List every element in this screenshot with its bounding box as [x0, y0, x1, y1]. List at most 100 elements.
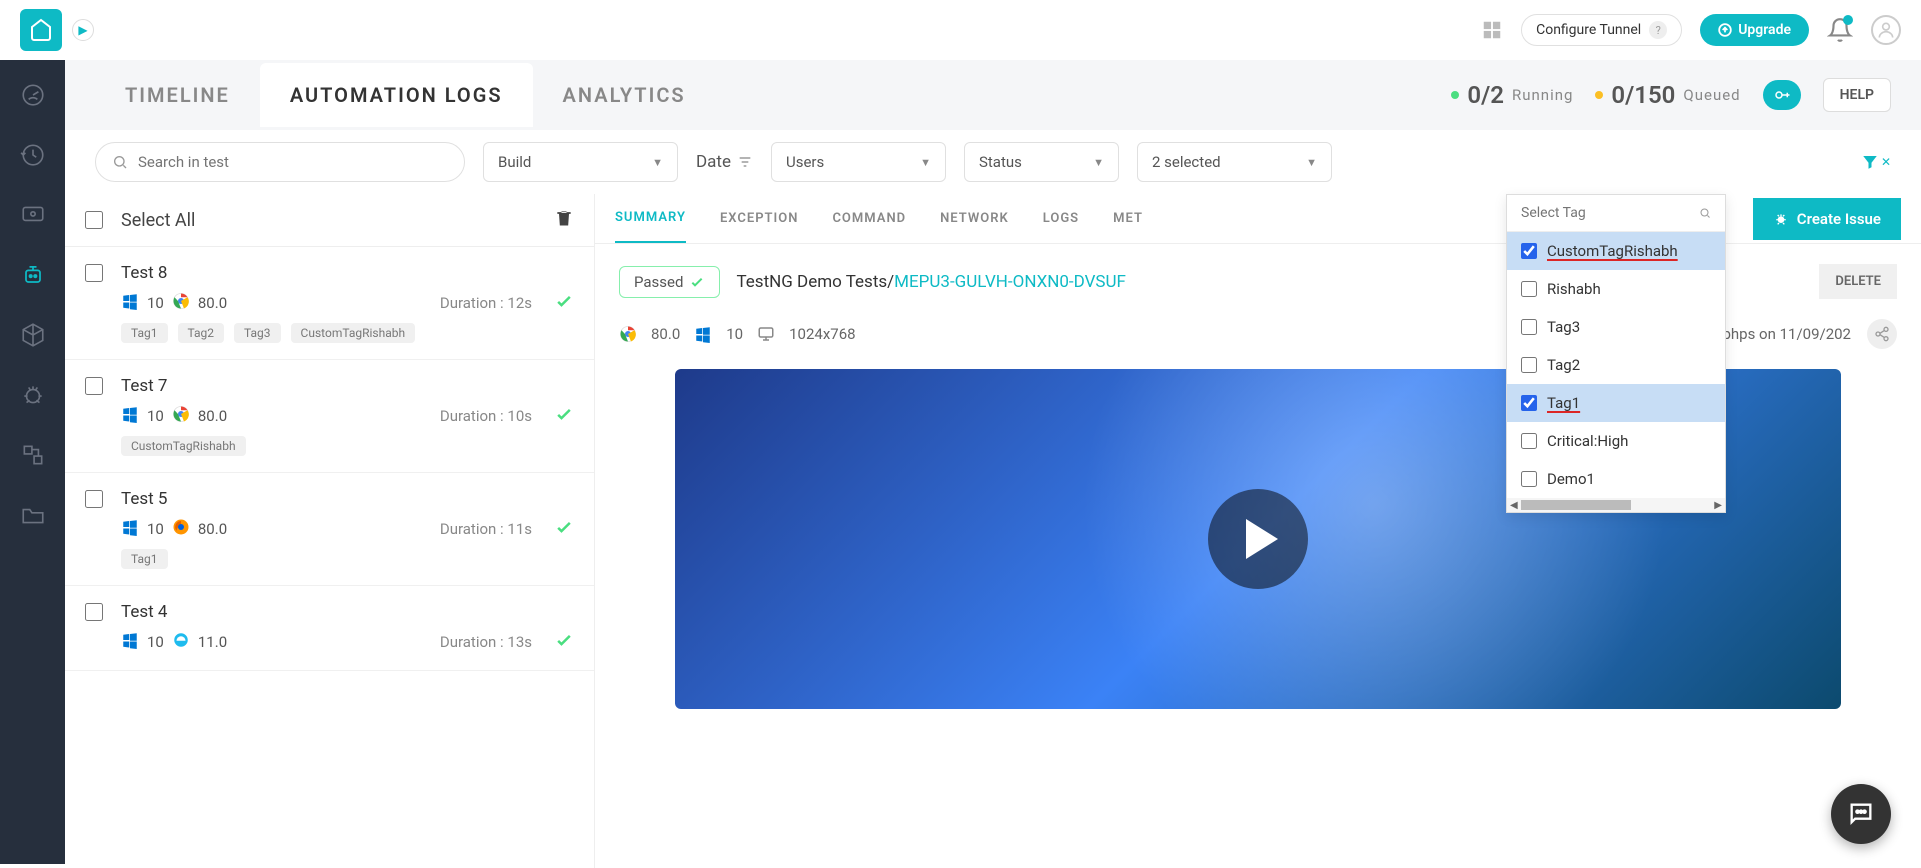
tags-dropdown[interactable]: 2 selected ▼	[1137, 142, 1332, 182]
build-dropdown[interactable]: Build ▼	[483, 142, 678, 182]
tab-row: TIMELINE AUTOMATION LOGS ANALYTICS 0/2 R…	[65, 60, 1921, 130]
tag-checkbox[interactable]	[1521, 357, 1537, 373]
tag-option[interactable]: Critical:High	[1507, 422, 1725, 460]
test-name: Test 7	[121, 376, 167, 396]
play-button[interactable]	[1208, 489, 1308, 589]
chat-fab-button[interactable]	[1831, 784, 1891, 844]
sidebar-integrations-icon[interactable]	[18, 440, 48, 470]
test-id-link[interactable]: MEPU3-GULVH-ONXN0-DVSUF	[894, 272, 1126, 292]
clear-filter-button[interactable]: ✕	[1861, 153, 1891, 171]
sidebar-history-icon[interactable]	[18, 140, 48, 170]
search-input-wrapper[interactable]	[95, 142, 465, 182]
tag-checkbox[interactable]	[1521, 281, 1537, 297]
access-key-icon[interactable]	[1763, 80, 1801, 110]
upgrade-button[interactable]: Upgrade	[1700, 14, 1809, 46]
tag-option[interactable]: Tag2	[1507, 346, 1725, 384]
tag-scrollbar[interactable]: ◀ ▶	[1507, 498, 1725, 512]
passed-check-icon	[554, 630, 574, 654]
delete-icon[interactable]	[554, 208, 574, 232]
tag-option[interactable]: Tag1	[1507, 384, 1725, 422]
build-label: Build	[498, 153, 531, 171]
funnel-icon	[1861, 153, 1879, 171]
tag-checkbox[interactable]	[1521, 319, 1537, 335]
detail-tab-logs[interactable]: LOGS	[1043, 195, 1079, 242]
monitor-icon	[757, 325, 775, 343]
tag-row: CustomTagRishabh	[121, 436, 574, 456]
firefox-icon	[172, 518, 190, 540]
chevron-down-icon: ▼	[1306, 156, 1317, 169]
tab-analytics[interactable]: ANALYTICS	[533, 63, 716, 127]
sidebar-automation-icon[interactable]	[18, 260, 48, 290]
help-badge-icon: ?	[1649, 21, 1667, 39]
expand-chevron-icon[interactable]: ▶	[72, 19, 94, 41]
search-icon	[112, 154, 128, 170]
detail-tab-network[interactable]: NETWORK	[940, 195, 1009, 242]
tag-search-row	[1507, 195, 1725, 232]
tag-checkbox[interactable]	[1521, 433, 1537, 449]
queued-count: 0/150	[1611, 81, 1675, 109]
help-button[interactable]: HELP	[1823, 78, 1891, 112]
test-checkbox[interactable]	[85, 264, 103, 282]
date-filter[interactable]: Date	[696, 152, 753, 172]
sidebar-folder-icon[interactable]	[18, 500, 48, 530]
test-name: Test 8	[121, 263, 167, 283]
tag-checkbox[interactable]	[1521, 471, 1537, 487]
passed-label: Passed	[634, 273, 683, 291]
status-dropdown[interactable]: Status ▼	[964, 142, 1119, 182]
test-checkbox[interactable]	[85, 490, 103, 508]
tag-search-input[interactable]	[1521, 205, 1699, 221]
tag-chip: Tag1	[121, 549, 168, 569]
users-dropdown[interactable]: Users ▼	[771, 142, 946, 182]
test-checkbox[interactable]	[85, 377, 103, 395]
tag-checkbox[interactable]	[1521, 395, 1537, 411]
scroll-right-icon[interactable]: ▶	[1714, 500, 1722, 511]
scroll-thumb[interactable]	[1521, 500, 1631, 510]
notifications-icon[interactable]	[1827, 17, 1853, 43]
chrome-icon	[172, 292, 190, 314]
passed-check-icon	[554, 517, 574, 541]
filter-lines-icon	[737, 154, 753, 170]
tab-timeline[interactable]: TIMELINE	[95, 63, 260, 127]
chrome-version: 80.0	[651, 325, 680, 343]
tag-row: Tag1	[121, 549, 574, 569]
delete-button[interactable]: DELETE	[1819, 264, 1897, 299]
test-item[interactable]: Test 8 10 80.0 Duration : 12s Tag1Tag2Ta…	[65, 247, 594, 360]
apps-grid-icon[interactable]	[1481, 19, 1503, 41]
running-dot-icon	[1451, 91, 1459, 99]
detail-tab-command[interactable]: COMMAND	[832, 195, 906, 242]
configure-tunnel-button[interactable]: Configure Tunnel ?	[1521, 14, 1682, 46]
test-item[interactable]: Test 5 10 80.0 Duration : 11s Tag1	[65, 473, 594, 586]
logo-icon[interactable]	[20, 9, 62, 51]
sidebar-box-icon[interactable]	[18, 320, 48, 350]
sidebar-dashboard-icon[interactable]	[18, 80, 48, 110]
detail-tab-metadata[interactable]: MET	[1113, 195, 1143, 242]
test-item[interactable]: Test 4 10 11.0 Duration : 13s	[65, 586, 594, 671]
scroll-left-icon[interactable]: ◀	[1510, 500, 1518, 511]
sidebar-bug-icon[interactable]	[18, 380, 48, 410]
tag-chip: Tag3	[234, 323, 281, 343]
test-item[interactable]: Test 7 10 80.0 Duration : 10s CustomTagR…	[65, 360, 594, 473]
tag-option[interactable]: Rishabh	[1507, 270, 1725, 308]
test-list[interactable]: Test 8 10 80.0 Duration : 12s Tag1Tag2Ta…	[65, 247, 594, 868]
share-icon[interactable]	[1867, 319, 1897, 349]
select-all-checkbox[interactable]	[85, 211, 103, 229]
os-version: 10	[726, 325, 743, 343]
notification-dot	[1843, 15, 1853, 25]
tag-option[interactable]: Tag3	[1507, 308, 1725, 346]
search-input[interactable]	[138, 153, 448, 171]
tag-dropdown-panel: CustomTagRishabh Rishabh Tag3 Tag2 Tag1 …	[1506, 194, 1726, 513]
tag-option[interactable]: CustomTagRishabh	[1507, 232, 1725, 270]
passed-check-icon	[554, 291, 574, 315]
user-avatar-icon[interactable]	[1871, 15, 1901, 45]
tag-checkbox[interactable]	[1521, 243, 1537, 259]
browser-version: 80.0	[198, 520, 227, 538]
sidebar-realtime-icon[interactable]	[18, 200, 48, 230]
detail-tab-summary[interactable]: SUMMARY	[615, 194, 686, 243]
detail-tab-exception[interactable]: EXCEPTION	[720, 195, 798, 242]
create-issue-button[interactable]: Create Issue	[1753, 198, 1901, 240]
browser-version: 80.0	[198, 294, 227, 312]
test-checkbox[interactable]	[85, 603, 103, 621]
chevron-down-icon: ▼	[920, 156, 931, 169]
tag-option[interactable]: Demo1	[1507, 460, 1725, 498]
tab-automation-logs[interactable]: AUTOMATION LOGS	[260, 63, 533, 127]
